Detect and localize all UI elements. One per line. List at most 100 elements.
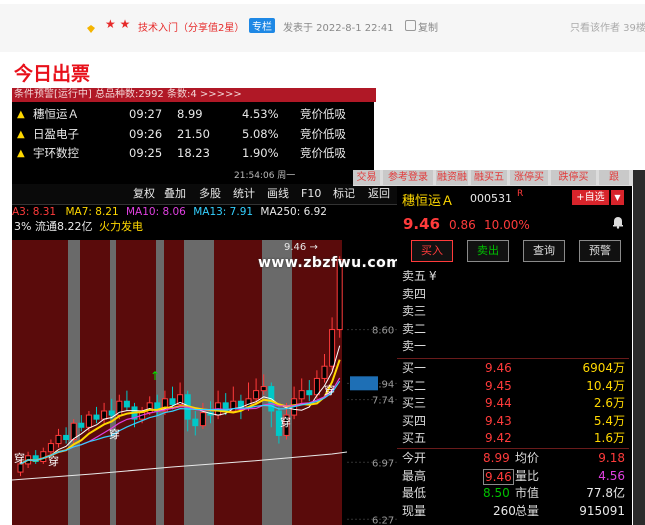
scan-row[interactable]: ▲ 日盈电子 09:26 21.50 5.08% 竞价低吸 [12, 125, 374, 144]
scan-row[interactable]: ▲ 穗恒运Ａ 09:27 8.99 4.53% 竞价低吸 [12, 105, 374, 124]
star-rating: ★ ★ [105, 17, 131, 31]
ma5-label: A3: 8.31 [12, 206, 57, 218]
toolbar-item[interactable]: 复权 [133, 186, 155, 202]
toolbar-item[interactable]: 画线 [267, 186, 289, 202]
up-arrow-icon: ▲ [17, 148, 25, 159]
bid-price: 9.44 [485, 396, 512, 410]
toolbar-item[interactable]: 返回 [368, 186, 390, 202]
stat-value: 260 [493, 503, 516, 518]
candle-body [253, 390, 260, 400]
toolbar-item[interactable]: F10 [301, 186, 321, 202]
ask-row[interactable]: 卖三 [397, 303, 629, 320]
bell-icon[interactable] [611, 214, 625, 229]
dropdown-arrow-icon[interactable]: ▼ [611, 190, 624, 205]
current-price: 9.46 [403, 215, 441, 233]
publish-time: 发表于 2022-8-1 22:41 [283, 23, 394, 34]
section-title: 今日出票 [14, 63, 91, 85]
price-change: 0.86 [449, 218, 476, 232]
bid-row[interactable]: 买一 9.46 6904万 [397, 360, 629, 377]
candle-body [47, 443, 54, 453]
scan-stock-name: 宇环数控 [33, 146, 79, 160]
stock-code: 000531 [470, 192, 512, 205]
up-arrow-signal-icon: ↑ [150, 369, 160, 383]
bid-row[interactable]: 买五 9.42 1.6万 [397, 430, 629, 447]
watermark: www.zbzfwu.com [258, 255, 402, 271]
category-link[interactable]: 技术入门（分享值2星） [138, 19, 244, 34]
stat-label: 均价 [515, 451, 540, 465]
candle-body [260, 386, 267, 392]
tab-item[interactable]: 融资融 [436, 170, 468, 185]
stock-name: 穗恒运Ａ [402, 194, 455, 209]
chart-bg-stripe [80, 240, 110, 525]
sell-button[interactable]: 卖出 [467, 240, 509, 262]
scan-stock-name: 日盈电子 [33, 126, 79, 141]
bid-price: 9.43 [485, 413, 512, 428]
candle-body [55, 434, 62, 445]
cross-signal-marker: 穿 [324, 383, 335, 397]
ma10-label: MA10: 8.06 [126, 206, 186, 218]
cross-signal-marker: 穿 [48, 454, 59, 468]
tab-item[interactable]: 参考登录 [383, 170, 433, 185]
toolbar-item[interactable]: 标记 [333, 186, 355, 202]
column-badge[interactable]: 专栏 [249, 18, 275, 33]
stat-label: 市值 [515, 486, 540, 500]
ask-row[interactable]: 卖五 ¥ [397, 268, 629, 285]
ask-label: 卖四 [402, 286, 427, 301]
candle-body [123, 400, 130, 408]
tab-item[interactable]: 融买五 [471, 170, 507, 185]
stat-value: 9.18 [598, 451, 625, 465]
stat-label: 现量 [402, 503, 427, 518]
stat-value: 8.99 [483, 451, 510, 465]
chart-bg-stripe [110, 240, 116, 525]
toolbar-item[interactable]: 叠加 [164, 186, 186, 202]
scrollbar[interactable] [633, 170, 645, 525]
tab-item[interactable]: 跌停买 [551, 170, 596, 185]
copy-link[interactable]: 复制 [418, 19, 438, 34]
tab-item[interactable]: 跟 [599, 170, 629, 185]
scan-row[interactable]: ▲ 宇环数控 09:25 18.23 1.90% 竞价低吸 [12, 144, 374, 163]
chart-bg-stripe [262, 240, 292, 525]
alert-button[interactable]: 预警 [579, 240, 621, 262]
toolbar-item[interactable]: 多股 [199, 186, 221, 202]
kline-chart-panel[interactable]: 8.60 7.94 7.74 6.97 6.27 穿穿穿穿穿 ↑ 9.46 → 复权 叠加 多股统… [12, 170, 397, 525]
bid-volume: 10.4万 [586, 378, 625, 393]
ma250-label: MA250: 6.92 [260, 206, 327, 218]
only-author-link[interactable]: 只看该作者 39楼 [570, 19, 645, 34]
add-watch-button[interactable]: +自选 [572, 190, 609, 205]
candle-body [298, 390, 305, 400]
stat-label: 总量 [515, 503, 540, 518]
ask-row[interactable]: 卖四 [397, 286, 629, 303]
candle-body [321, 365, 328, 379]
high-price-label: 9.46 → [284, 242, 318, 253]
stat-label: 今开 [402, 451, 427, 465]
candle-body [192, 418, 199, 427]
copy-icon[interactable] [405, 20, 416, 31]
ask-label: 卖五 [402, 269, 427, 283]
ask-row[interactable]: 卖一 [397, 338, 629, 355]
candle-body [93, 414, 100, 420]
stock-flag: R [517, 189, 524, 199]
buy-button[interactable]: 买入 [411, 240, 453, 262]
book-divider [397, 358, 629, 359]
candle-body [306, 390, 313, 396]
query-button[interactable]: 查询 [523, 240, 565, 262]
toolbar-item[interactable]: 统计 [233, 186, 255, 202]
stat-value: 9.46 [483, 468, 514, 485]
chart-bg-stripe [184, 240, 214, 525]
chart-bg-stripe [12, 240, 68, 525]
ask-row[interactable]: 卖二 [397, 321, 629, 338]
stat-label: 最低 [402, 486, 427, 500]
scan-time: 09:25 [129, 146, 163, 160]
tab-item[interactable]: 交易 [353, 170, 380, 185]
bid-row[interactable]: 买四 9.43 5.4万 [397, 413, 629, 430]
tab-item[interactable]: 涨停买 [510, 170, 548, 185]
axis-tick-label: 7.74 [372, 396, 394, 407]
scan-tag: 竞价低吸 [300, 107, 346, 121]
bid-row[interactable]: 买二 9.45 10.4万 [397, 378, 629, 395]
chart-bg-stripe [214, 240, 262, 525]
chart-bg-stripe [68, 240, 80, 525]
ma7-label: MA7: 8.21 [65, 206, 119, 218]
float-cap-label: 3% 流通8.22亿 [14, 220, 93, 233]
bid-row[interactable]: 买三 9.44 2.6万 [397, 395, 629, 412]
stat-value: 77.8亿 [586, 486, 625, 500]
